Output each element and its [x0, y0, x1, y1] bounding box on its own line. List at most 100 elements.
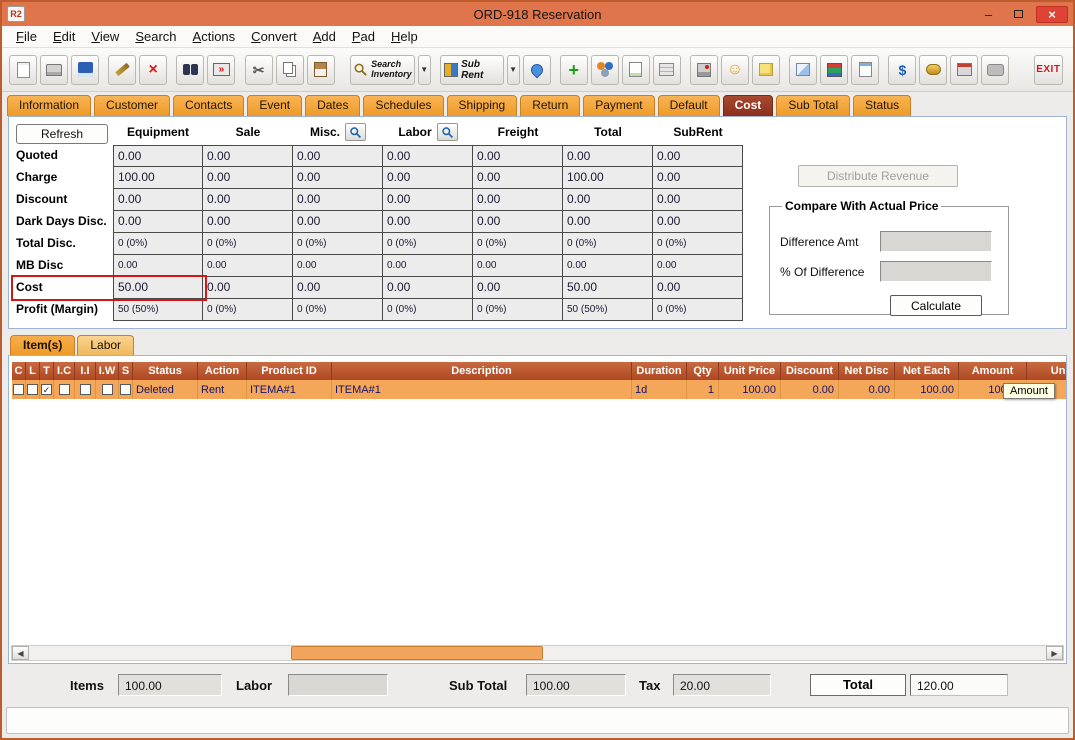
maximize-button[interactable] — [1006, 6, 1031, 23]
group-query-button[interactable] — [591, 55, 619, 85]
checkbox-t[interactable]: ✓ — [41, 384, 52, 395]
col-qty[interactable]: Qty — [687, 362, 719, 380]
scroll-left-button[interactable]: ◀ — [12, 646, 29, 660]
difference-amt-field[interactable] — [880, 231, 992, 252]
package-button[interactable] — [789, 55, 817, 85]
sub-rent-dropdown[interactable]: ▼ — [507, 55, 520, 85]
coins-button[interactable] — [919, 55, 947, 85]
copy-button[interactable] — [276, 55, 304, 85]
transfer-button[interactable] — [523, 55, 551, 85]
col-net-each[interactable]: Net Each — [895, 362, 959, 380]
exit-button[interactable]: EXIT — [1034, 55, 1063, 85]
pct-of-difference-field[interactable] — [880, 261, 992, 282]
menu-add[interactable]: Add — [305, 27, 344, 46]
cost-cell-selected[interactable]: 50.00 — [113, 277, 203, 299]
scroll-thumb[interactable] — [291, 646, 543, 660]
tab-dates[interactable]: Dates — [305, 95, 360, 116]
tab-payment[interactable]: Payment — [583, 95, 654, 116]
menu-help[interactable]: Help — [383, 27, 426, 46]
col-iw[interactable]: I.W — [96, 362, 119, 380]
checkbox-iw[interactable] — [102, 384, 113, 395]
item-row[interactable]: ✓ Deleted Rent ITEMA#1 ITEMA#1 1d 1 100.… — [12, 380, 1068, 399]
col-duration[interactable]: Duration — [632, 362, 687, 380]
tab-cost[interactable]: Cost — [723, 95, 774, 116]
col-c[interactable]: C — [12, 362, 26, 380]
menu-edit[interactable]: Edit — [45, 27, 83, 46]
menu-file[interactable]: File — [8, 27, 45, 46]
menu-pad[interactable]: Pad — [344, 27, 383, 46]
currency-button[interactable]: $ — [888, 55, 916, 85]
sub-rent-button[interactable]: Sub Rent — [440, 55, 504, 85]
checkbox-c[interactable] — [13, 384, 24, 395]
menu-view[interactable]: View — [83, 27, 127, 46]
edit-note-button[interactable] — [622, 55, 650, 85]
stamp-button[interactable] — [981, 55, 1009, 85]
labor-total-field[interactable] — [288, 674, 388, 696]
scroll-right-button[interactable]: ▶ — [1046, 646, 1063, 660]
paste-button[interactable] — [307, 55, 335, 85]
tab-customer[interactable]: Customer — [94, 95, 170, 116]
col-discount[interactable]: Discount — [781, 362, 839, 380]
calculate-button[interactable]: Calculate — [890, 295, 982, 316]
cut-button[interactable]: ✂ — [245, 55, 273, 85]
form-edit-button[interactable] — [851, 55, 879, 85]
cards-button[interactable] — [653, 55, 681, 85]
site-button[interactable] — [690, 55, 718, 85]
tab-return[interactable]: Return — [520, 95, 580, 116]
labor-search-button[interactable] — [437, 123, 458, 141]
tab-default[interactable]: Default — [658, 95, 720, 116]
tab-items[interactable]: Item(s) — [10, 335, 75, 355]
checkbox-s[interactable] — [120, 384, 131, 395]
col-action[interactable]: Action — [198, 362, 247, 380]
save-button[interactable] — [71, 55, 99, 85]
add-button[interactable]: + — [560, 55, 588, 85]
col-product-id[interactable]: Product ID — [247, 362, 332, 380]
col-unit[interactable]: Unit — [1027, 362, 1068, 380]
checkbox-ii[interactable] — [80, 384, 91, 395]
find-button[interactable] — [176, 55, 204, 85]
print-button[interactable] — [40, 55, 68, 85]
register-button[interactable] — [950, 55, 978, 85]
misc-search-button[interactable] — [345, 123, 366, 141]
edit-button[interactable] — [108, 55, 136, 85]
tax-field[interactable]: 20.00 — [673, 674, 771, 696]
items-total-field[interactable]: 100.00 — [118, 674, 222, 696]
checkbox-ic[interactable] — [59, 384, 70, 395]
scroll-track[interactable] — [29, 646, 1046, 660]
tab-status[interactable]: Status — [853, 95, 911, 116]
search-inventory-dropdown[interactable]: ▼ — [418, 55, 431, 85]
col-description[interactable]: Description — [332, 362, 632, 380]
export-button[interactable]: » — [207, 55, 235, 85]
tab-event[interactable]: Event — [247, 95, 302, 116]
col-unit-price[interactable]: Unit Price — [719, 362, 781, 380]
distribute-revenue-button[interactable]: Distribute Revenue — [798, 165, 958, 187]
stack-button[interactable] — [820, 55, 848, 85]
col-t[interactable]: T — [40, 362, 54, 380]
col-net-disc[interactable]: Net Disc — [839, 362, 895, 380]
smiley-button[interactable]: ☺ — [721, 55, 749, 85]
menu-actions[interactable]: Actions — [185, 27, 244, 46]
tab-information[interactable]: Information — [7, 95, 91, 116]
tab-labor[interactable]: Labor — [77, 335, 134, 355]
tab-sub-total[interactable]: Sub Total — [776, 95, 850, 116]
tab-schedules[interactable]: Schedules — [363, 95, 443, 116]
close-button[interactable]: × — [1036, 6, 1068, 23]
sticky-note-button[interactable] — [752, 55, 780, 85]
refresh-button[interactable]: Refresh — [16, 124, 108, 144]
search-inventory-button[interactable]: Search Inventory — [350, 55, 415, 85]
col-amount[interactable]: Amount — [959, 362, 1027, 380]
menu-search[interactable]: Search — [127, 27, 184, 46]
checkbox-l[interactable] — [27, 384, 38, 395]
minimize-button[interactable]: – — [976, 6, 1001, 23]
total-field[interactable]: 120.00 — [910, 674, 1008, 696]
delete-button[interactable]: × — [139, 55, 167, 85]
sub-total-field[interactable]: 100.00 — [526, 674, 626, 696]
tab-shipping[interactable]: Shipping — [447, 95, 518, 116]
col-s[interactable]: S — [119, 362, 133, 380]
col-l[interactable]: L — [26, 362, 40, 380]
tab-contacts[interactable]: Contacts — [173, 95, 244, 116]
col-status[interactable]: Status — [133, 362, 198, 380]
col-ii[interactable]: I.I — [75, 362, 96, 380]
new-document-button[interactable] — [9, 55, 37, 85]
col-ic[interactable]: I.C — [54, 362, 75, 380]
